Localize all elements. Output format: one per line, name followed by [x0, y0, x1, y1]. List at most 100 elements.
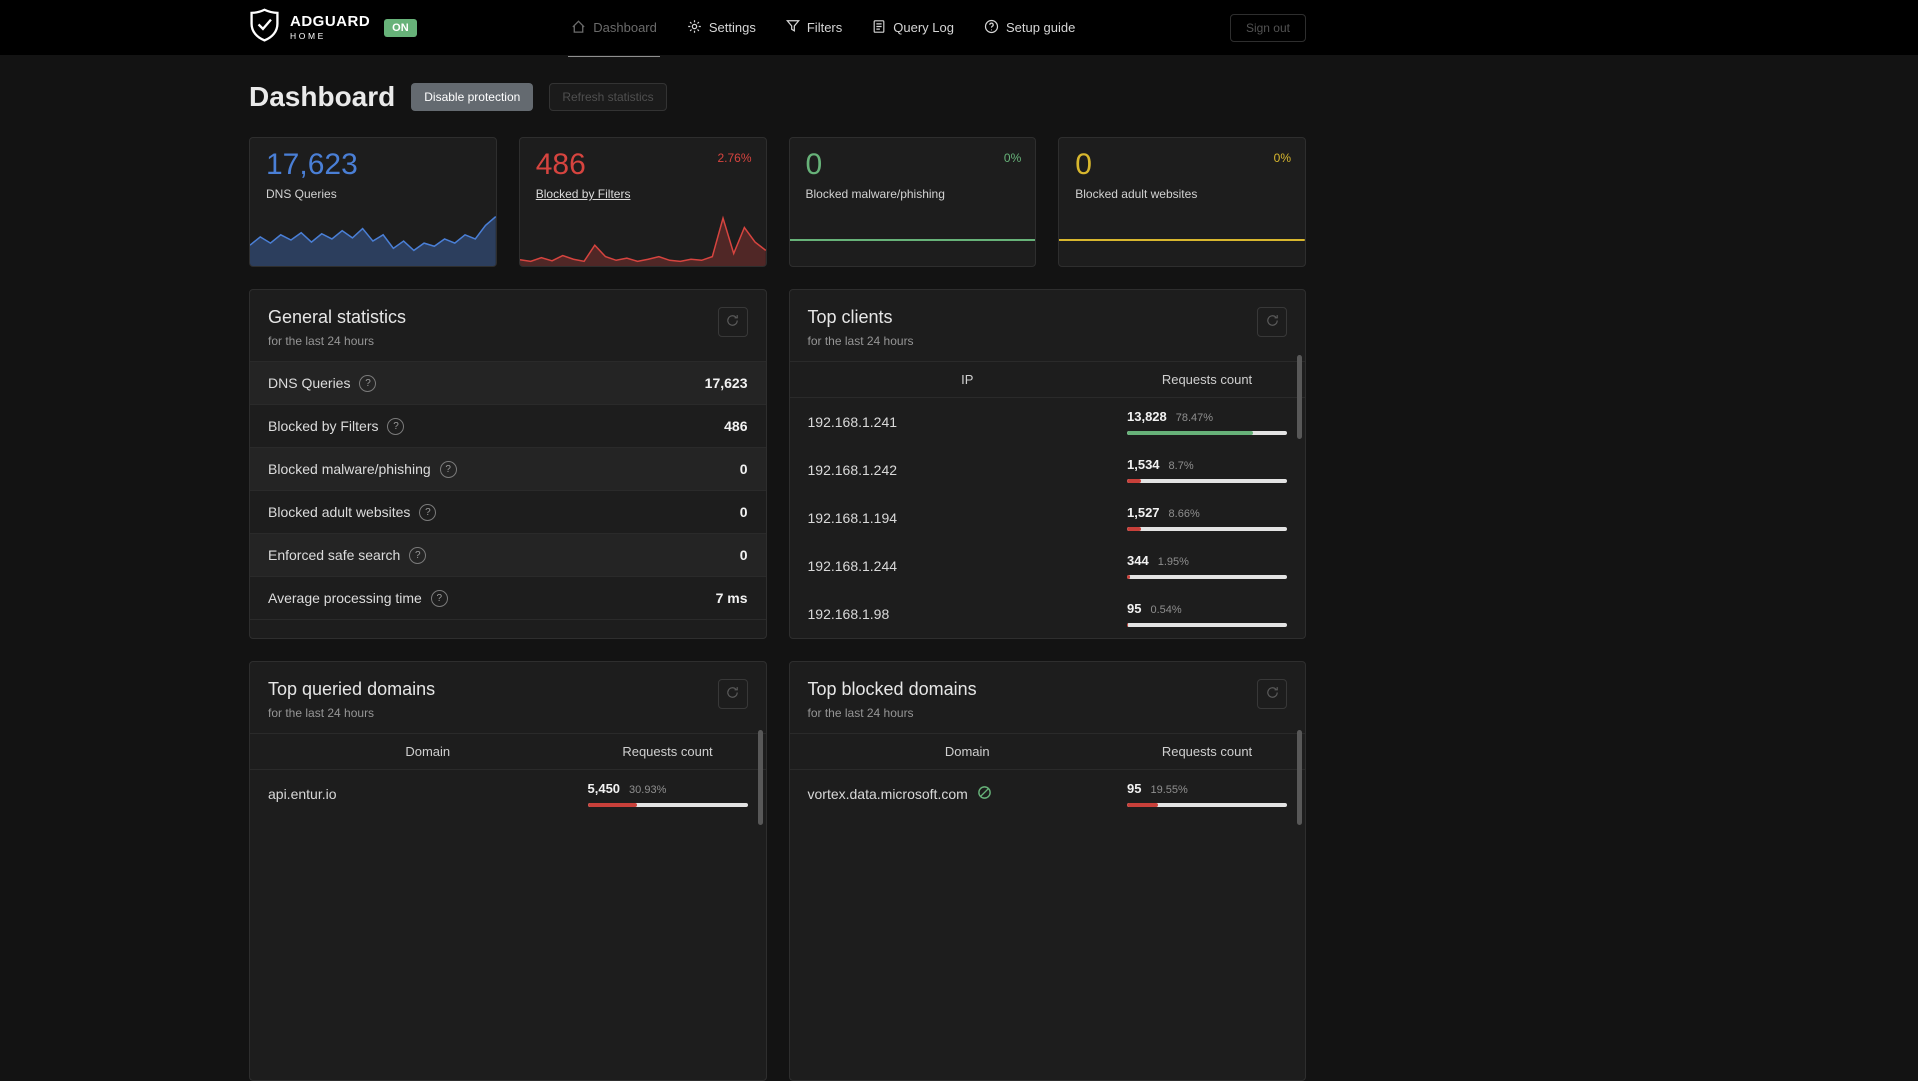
refresh-icon [1266, 314, 1279, 330]
help-icon[interactable]: ? [387, 417, 405, 435]
table-header: Domain Requests count [789, 733, 1305, 770]
refresh-statistics-button[interactable]: Refresh statistics [549, 83, 667, 111]
nav-item-setup-guide[interactable]: Setup guide [984, 19, 1075, 37]
stat-row-value: 17,623 [704, 375, 748, 391]
help-icon[interactable]: ? [359, 374, 377, 392]
general-statistics-card: General statistics for the last 24 hours… [249, 289, 767, 639]
nav-label: Settings [708, 20, 756, 35]
card-subtitle: for the last 24 hours [807, 334, 914, 348]
nav-item-dashboard[interactable]: Dashboard [568, 19, 660, 57]
stat-row-label: DNS Queries [268, 375, 351, 391]
blocked-adult-value: 0 [1075, 148, 1092, 181]
stat-row-value: 7 ms [715, 590, 748, 606]
client-row: 192.168.1.194 1,527 8.66% [790, 494, 1306, 542]
client-row: 192.168.1.98 95 0.54% [790, 590, 1306, 638]
protection-on-badge: ON [384, 18, 417, 37]
domain-name[interactable]: api.entur.io [268, 786, 337, 802]
stat-row-label: Enforced safe search [268, 547, 401, 563]
blocked-filters-link[interactable]: Blocked by Filters [536, 187, 631, 201]
stat-row-value: 0 [739, 504, 748, 520]
question-circle-icon [984, 19, 999, 37]
stat-row-value: 0 [739, 547, 748, 563]
nav-label: Setup guide [1005, 20, 1076, 35]
help-icon[interactable]: ? [419, 503, 437, 521]
stat-row: Average processing time? 7 ms [250, 577, 766, 620]
requests-bar [1127, 575, 1287, 579]
client-ip[interactable]: 192.168.1.98 [808, 606, 890, 622]
card-scrollbar[interactable] [1297, 355, 1302, 439]
document-icon [872, 19, 886, 37]
request-count: 1,527 [1127, 505, 1160, 520]
column-header-count: Requests count [1161, 372, 1253, 387]
dashboard-home-icon [571, 19, 586, 37]
stat-card-blocked-malware: 0 Blocked malware/phishing 0% [788, 137, 1037, 267]
blocked-filters-sparkline [519, 214, 766, 266]
blocked-malware-sparkline [790, 214, 1036, 266]
table-header: Domain Requests count [250, 733, 766, 770]
brand-subtitle: HOME [290, 31, 326, 42]
stat-row-label: Blocked malware/phishing [268, 461, 431, 477]
request-count: 1,534 [1127, 457, 1160, 472]
blocked-malware-label: Blocked malware/phishing [805, 187, 945, 201]
stat-card-dns-queries: 17,623 DNS Queries [249, 137, 497, 267]
card-scrollbar[interactable] [1297, 730, 1302, 825]
card-subtitle: for the last 24 hours [268, 706, 375, 720]
refresh-card-button[interactable] [1257, 679, 1287, 709]
refresh-card-button[interactable] [1257, 307, 1287, 337]
refresh-card-button[interactable] [717, 307, 748, 337]
help-icon[interactable]: ? [409, 546, 427, 564]
dashboard-page: Dashboard Disable protection Refresh sta… [249, 55, 1306, 1081]
blocked-adult-sparkline [1059, 214, 1305, 266]
client-ip[interactable]: 192.168.1.242 [808, 462, 898, 478]
stat-card-blocked-adult: 0 Blocked adult websites 0% [1058, 137, 1306, 267]
client-row: 192.168.1.244 344 1.95% [790, 542, 1306, 590]
client-ip[interactable]: 192.168.1.241 [808, 414, 898, 430]
refresh-card-button[interactable] [717, 679, 748, 709]
table-header: IP Requests count [789, 361, 1305, 398]
client-ip[interactable]: 192.168.1.194 [808, 510, 898, 526]
brand-title: ADGUARD [290, 13, 371, 31]
refresh-icon [1266, 686, 1279, 702]
nav-label: Filters [806, 20, 843, 35]
nav-item-query-log[interactable]: Query Log [872, 19, 954, 37]
card-title: Top blocked domains [807, 679, 977, 699]
help-icon[interactable]: ? [430, 589, 448, 607]
nav-item-filters[interactable]: Filters [785, 19, 843, 37]
column-header-ip: IP [961, 372, 974, 387]
summary-cards: 17,623 DNS Queries 486 Blocked by Filter… [249, 137, 1306, 267]
request-count: 5,450 [587, 781, 621, 796]
column-header-domain: Domain [405, 744, 451, 759]
dns-queries-value: 17,623 [266, 148, 358, 181]
top-blocked-domains-card: Top blocked domains for the last 24 hour… [788, 661, 1306, 1081]
card-title: Top clients [807, 307, 893, 327]
requests-bar [1127, 479, 1287, 483]
adguard-home-logo[interactable]: ADGUARD HOME ON [249, 8, 417, 47]
column-header-domain: Domain [944, 744, 990, 759]
nav-label: Dashboard [593, 20, 657, 35]
blocked-malware-value: 0 [805, 148, 823, 181]
page-title: Dashboard [249, 81, 396, 112]
sign-out-button[interactable]: Sign out [1229, 13, 1306, 42]
blocked-malware-percent: 0% [1003, 151, 1022, 165]
refresh-icon [726, 314, 739, 330]
top-clients-card: Top clients for the last 24 hours IP Req… [788, 289, 1306, 639]
request-count: 344 [1127, 553, 1149, 568]
disable-protection-button[interactable]: Disable protection [411, 83, 534, 111]
nav-label: Query Log [893, 20, 954, 35]
refresh-icon [726, 686, 739, 702]
top-navbar: ADGUARD HOME ON Dashboard Settings Filte… [0, 0, 1918, 57]
help-icon[interactable]: ? [439, 460, 457, 478]
nav-item-settings[interactable]: Settings [687, 19, 756, 37]
client-ip[interactable]: 192.168.1.244 [808, 558, 898, 574]
card-scrollbar[interactable] [757, 730, 763, 825]
dns-queries-label: DNS Queries [266, 187, 337, 201]
top-queried-domains-card: Top queried domains for the last 24 hour… [249, 661, 767, 1081]
main-nav: Dashboard Settings Filters Query Log Set… [568, 19, 1075, 57]
gear-icon [687, 19, 702, 37]
request-percent: 8.66% [1168, 508, 1200, 520]
stat-row-label: Average processing time [268, 590, 422, 606]
domain-name[interactable]: vortex.data.microsoft.com [808, 786, 968, 802]
requests-bar [587, 803, 748, 807]
requests-bar [1127, 431, 1287, 435]
stat-row: Enforced safe search? 0 [250, 534, 766, 577]
